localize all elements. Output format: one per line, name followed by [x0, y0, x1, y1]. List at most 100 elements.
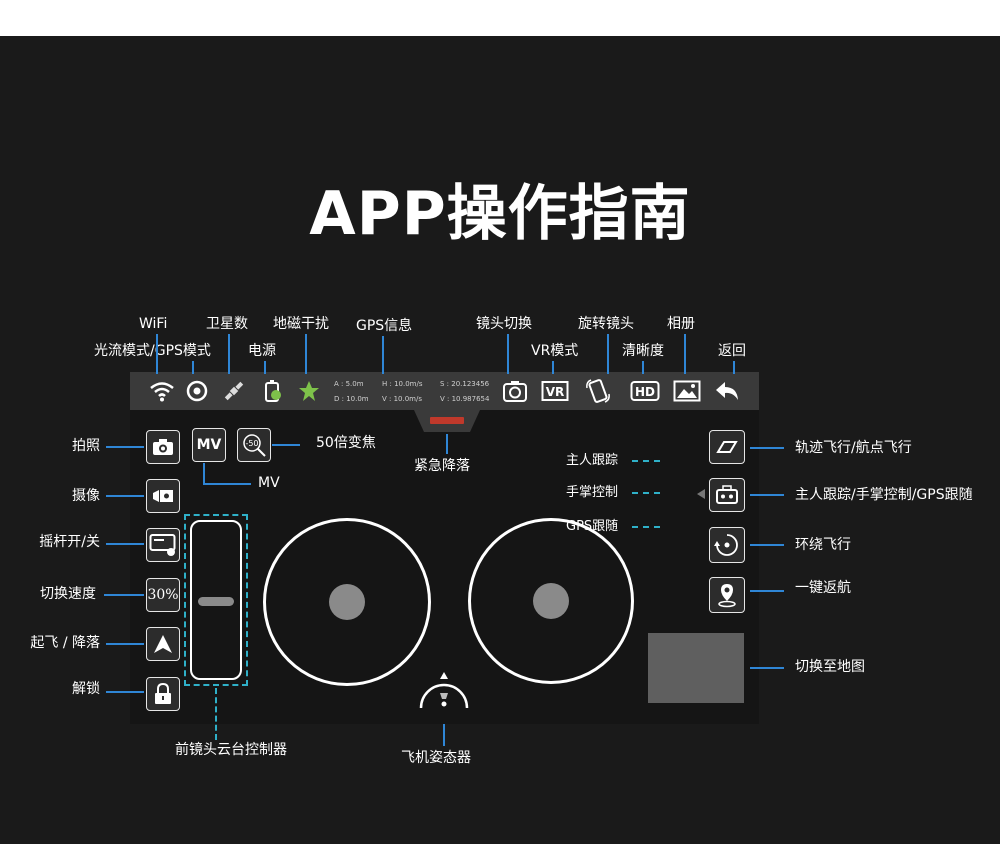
return-home-button[interactable]: [709, 577, 745, 613]
satellites-connector: [228, 334, 230, 374]
follow-button[interactable]: [709, 478, 745, 512]
zoom-callout: 50倍变焦: [316, 435, 376, 451]
vr-label: VR: [546, 385, 565, 399]
zoom-icon: -50: [243, 434, 266, 457]
video-connector: [106, 495, 144, 497]
joystick-toggle-callout: 摇杆开/关: [39, 534, 100, 550]
rotate-lens-callout: 旋转镜头: [578, 316, 634, 332]
back-callout: 返回: [718, 343, 746, 359]
follow-owner-label[interactable]: 主人跟踪: [566, 453, 618, 469]
takeoff-land-connector: [106, 643, 144, 645]
power-connector: [264, 361, 266, 374]
follow-modes-connector: [750, 494, 784, 496]
emergency-connector: [446, 434, 448, 454]
return-home-callout: 一键返航: [795, 580, 851, 596]
photo-button[interactable]: [146, 430, 180, 464]
lens-switch-connector: [507, 334, 509, 374]
map-switch-callout: 切换至地图: [795, 659, 865, 675]
clarity-callout: 清晰度: [622, 343, 664, 359]
album-icon[interactable]: [672, 376, 702, 406]
photo-callout: 拍照: [72, 438, 100, 454]
geomagnetic-icon: [294, 376, 324, 406]
rotate-lens-icon[interactable]: [583, 376, 613, 406]
map-switch-connector: [750, 667, 784, 669]
back-icon[interactable]: [712, 376, 742, 406]
orbit-connector: [750, 544, 784, 546]
telemetry-v: V : 10.0m/s: [382, 395, 423, 403]
clarity-connector: [642, 361, 644, 374]
right-joystick-knob[interactable]: [533, 583, 569, 619]
gps-follow-dash: [632, 526, 660, 528]
joystick-toggle-button[interactable]: [146, 528, 180, 562]
telemetry-s: S : 20.123456: [440, 380, 490, 388]
hd-icon[interactable]: HD: [630, 376, 660, 406]
attitude-indicator: [419, 672, 469, 709]
unlock-button[interactable]: [146, 677, 180, 711]
lock-icon: [155, 683, 171, 704]
top-white-band: [0, 0, 1000, 36]
speed-switch-connector: [104, 594, 144, 596]
emergency-land-button[interactable]: [414, 410, 480, 434]
flow-mode-connector: [192, 361, 194, 374]
orbit-button[interactable]: [709, 527, 745, 563]
map-switch-thumbnail[interactable]: [648, 633, 744, 703]
photo-connector: [106, 446, 144, 448]
lens-switch-icon[interactable]: [500, 376, 530, 406]
gimbal-connector: [215, 688, 217, 740]
album-connector: [684, 334, 686, 374]
optical-flow-icon[interactable]: [182, 376, 212, 406]
takeoff-land-button[interactable]: [146, 627, 180, 661]
unlock-callout: 解锁: [72, 681, 100, 697]
palm-control-label[interactable]: 手掌控制: [566, 485, 618, 501]
mv-connector-h: [203, 483, 251, 485]
speed-switch-callout: 切换速度: [40, 586, 96, 602]
zoom-connector: [272, 444, 300, 446]
vr-icon[interactable]: VR: [540, 376, 570, 406]
lens-switch-callout: 镜头切换: [476, 316, 532, 332]
gps-follow-label[interactable]: GPS跟随: [566, 519, 618, 535]
wifi-connector: [156, 334, 158, 374]
gimbal-callout: 前镜头云台控制器: [175, 742, 287, 758]
telemetry-h: H : 10.0m/s: [382, 380, 423, 388]
track-flight-connector: [750, 447, 784, 449]
joystick-toggle-connector: [106, 543, 144, 545]
geomagnetic-connector: [305, 334, 307, 374]
satellite-icon: [219, 376, 249, 406]
video-button[interactable]: [146, 479, 180, 513]
gps-info-callout: GPS信息: [356, 318, 413, 334]
zoom-label: -50: [245, 439, 258, 448]
flow-mode-callout: 光流模式/GPS模式: [94, 343, 211, 359]
track-flight-button[interactable]: [709, 430, 745, 464]
follow-owner-dash: [632, 460, 660, 462]
track-flight-icon: [716, 441, 738, 453]
telemetry-v2: V : 10.987654: [440, 395, 490, 403]
return-home-icon: [718, 584, 736, 608]
gps-info-connector: [382, 336, 384, 374]
palm-control-dash: [632, 492, 660, 494]
speed-button[interactable]: 30%: [146, 578, 180, 612]
emergency-land-callout: 紧急降落: [414, 458, 470, 474]
telemetry-a: A : 5.0m: [334, 380, 364, 388]
gimbal-handle[interactable]: [198, 597, 234, 606]
vr-mode-callout: VR模式: [531, 343, 579, 359]
camera-icon: [153, 439, 173, 455]
wifi-icon[interactable]: [147, 376, 177, 406]
attitude-callout: 飞机姿态器: [401, 750, 471, 766]
follow-modes-callout: 主人跟踪/手掌控制/GPS跟随: [795, 487, 973, 503]
left-joystick-knob[interactable]: [329, 584, 365, 620]
orbit-icon: [714, 534, 738, 556]
mv-button[interactable]: MV: [192, 428, 226, 462]
takeoff-icon: [154, 635, 172, 653]
orbit-callout: 环绕飞行: [795, 537, 851, 553]
zoom-button[interactable]: -50: [237, 428, 271, 462]
wifi-callout: WiFi: [139, 316, 168, 332]
unlock-connector: [106, 691, 144, 693]
geomagnetic-callout: 地磁干扰: [273, 316, 329, 332]
satellites-callout: 卫星数: [206, 316, 248, 332]
video-callout: 摄像: [72, 488, 100, 504]
mv-connector-v: [203, 463, 205, 484]
video-icon: [153, 490, 173, 502]
follow-expand-arrow[interactable]: [697, 489, 705, 499]
mv-callout: MV: [258, 475, 280, 491]
joystick-toggle-icon: [149, 534, 176, 556]
